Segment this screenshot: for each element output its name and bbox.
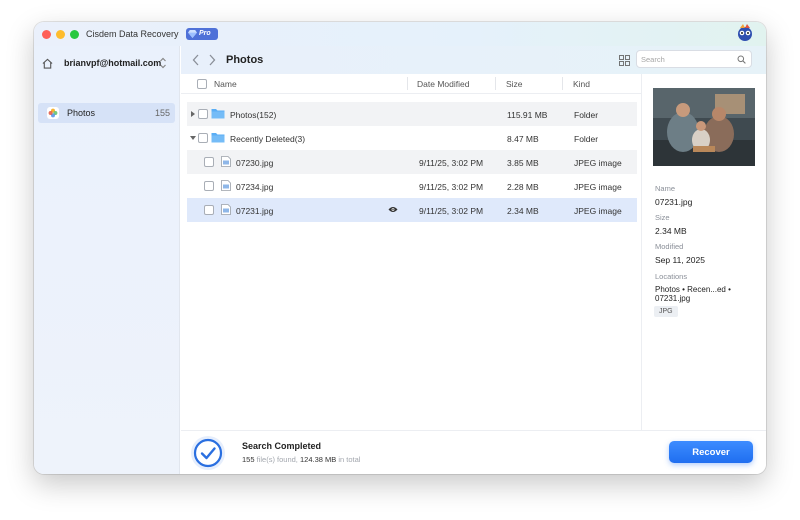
chevron-up-down-icon[interactable] bbox=[159, 56, 167, 70]
total-size: 124.38 MB bbox=[299, 455, 337, 464]
pro-badge: Pro bbox=[186, 28, 218, 40]
row-checkbox[interactable] bbox=[204, 181, 214, 191]
row-size: 2.28 MB bbox=[507, 182, 539, 192]
status-summary: 155 file(s) found, 124.38 MB in total bbox=[242, 455, 360, 464]
column-header-kind[interactable]: Kind bbox=[573, 79, 590, 89]
column-divider[interactable] bbox=[562, 77, 563, 90]
image-file-icon bbox=[221, 180, 231, 191]
row-date: 9/11/25, 3:02 PM bbox=[419, 182, 484, 192]
table-row[interactable]: 07230.jpg 9/11/25, 3:02 PM 3.85 MB JPEG … bbox=[187, 150, 637, 174]
row-name: 07234.jpg bbox=[236, 182, 274, 192]
search-box bbox=[636, 50, 752, 68]
table-row[interactable]: 07234.jpg 9/11/25, 3:02 PM 2.28 MB JPEG … bbox=[187, 174, 637, 198]
pro-badge-label: Pro bbox=[199, 30, 211, 37]
detail-locations-value: Photos • Recen...ed • 07231.jpg bbox=[655, 285, 731, 303]
search-completed-icon bbox=[191, 436, 225, 470]
back-arrow-icon[interactable] bbox=[191, 53, 201, 67]
photo-thumbnail[interactable] bbox=[653, 88, 755, 166]
home-icon bbox=[42, 58, 53, 69]
folder-icon bbox=[211, 109, 225, 119]
row-name: 07230.jpg bbox=[236, 158, 274, 168]
page-title: Photos bbox=[226, 54, 264, 66]
column-header-name[interactable]: Name bbox=[214, 79, 237, 89]
row-name: Photos(152) bbox=[230, 110, 277, 120]
status-title: Search Completed bbox=[242, 441, 322, 451]
row-kind: JPEG image bbox=[574, 182, 622, 192]
disclosure-right-icon[interactable] bbox=[190, 111, 196, 117]
sidebar-item-label: Photos bbox=[67, 108, 96, 118]
details-pane: Name 07231.jpg Size 2.34 MB Modified Sep… bbox=[641, 74, 766, 430]
row-name: Recently Deleted(3) bbox=[230, 134, 306, 144]
search-input[interactable] bbox=[641, 53, 733, 65]
photos-app-icon bbox=[47, 107, 59, 119]
family-photo-image bbox=[653, 88, 755, 166]
row-name: 07231.jpg bbox=[236, 206, 274, 216]
column-header-date-modified[interactable]: Date Modified bbox=[417, 79, 469, 89]
detail-name-label: Name bbox=[655, 184, 676, 193]
app-window: Cisdem Data Recovery Pro brianvpf@hotmai… bbox=[34, 22, 766, 474]
eye-icon[interactable] bbox=[388, 206, 398, 213]
disclosure-down-icon[interactable] bbox=[190, 135, 196, 141]
status-footer: Search Completed 155 file(s) found, 124.… bbox=[181, 430, 766, 474]
zoom-window-button[interactable] bbox=[70, 30, 79, 39]
folder-icon bbox=[211, 133, 225, 143]
app-title: Cisdem Data Recovery bbox=[86, 29, 179, 39]
account-selector[interactable]: brianvpf@hotmail.com bbox=[42, 56, 171, 72]
image-file-icon bbox=[221, 204, 231, 215]
table-row[interactable]: Photos(152) 115.91 MB Folder bbox=[187, 102, 637, 126]
row-checkbox[interactable] bbox=[204, 157, 214, 167]
table-row[interactable]: Recently Deleted(3) 8.47 MB Folder bbox=[187, 126, 637, 150]
column-divider[interactable] bbox=[495, 77, 496, 90]
detail-size-label: Size bbox=[655, 213, 670, 222]
table-header: Name Date Modified Size Kind bbox=[181, 74, 641, 94]
toolbar: Photos bbox=[181, 46, 766, 74]
main-content: Name Date Modified Size Kind Photos(152)… bbox=[181, 74, 766, 430]
row-date: 9/11/25, 3:02 PM bbox=[419, 206, 484, 216]
mascot-icon[interactable] bbox=[734, 24, 756, 42]
row-checkbox[interactable] bbox=[198, 133, 208, 143]
detail-size-value: 2.34 MB bbox=[655, 226, 687, 236]
row-size: 3.85 MB bbox=[507, 158, 539, 168]
account-email: brianvpf@hotmail.com bbox=[64, 58, 162, 68]
detail-locations-label: Locations bbox=[655, 272, 688, 281]
row-kind: Folder bbox=[574, 110, 599, 120]
column-divider[interactable] bbox=[407, 77, 408, 90]
grid-view-icon[interactable] bbox=[619, 55, 630, 66]
row-kind: JPEG image bbox=[574, 158, 622, 168]
sidebar-item-count: 155 bbox=[154, 108, 170, 118]
row-size: 115.91 MB bbox=[507, 110, 548, 120]
row-kind: Folder bbox=[574, 134, 599, 144]
forward-arrow-icon[interactable] bbox=[207, 53, 217, 67]
minimize-window-button[interactable] bbox=[56, 30, 65, 39]
image-file-icon bbox=[221, 156, 231, 167]
files-found-count: 155 bbox=[242, 455, 255, 464]
row-checkbox[interactable] bbox=[198, 109, 208, 119]
file-type-tag: JPG bbox=[654, 306, 678, 317]
row-size: 2.34 MB bbox=[507, 206, 539, 216]
detail-name-value: 07231.jpg bbox=[655, 197, 693, 207]
row-date: 9/11/25, 3:02 PM bbox=[419, 158, 484, 168]
sidebar-item-photos[interactable]: Photos 155 bbox=[38, 103, 175, 123]
total-size-text: in total bbox=[338, 455, 361, 464]
title-bar: Cisdem Data Recovery Pro bbox=[34, 22, 766, 46]
select-all-checkbox[interactable] bbox=[197, 79, 207, 89]
files-found-text: file(s) found, bbox=[256, 455, 298, 464]
recover-button[interactable]: Recover bbox=[669, 441, 753, 463]
detail-modified-label: Modified bbox=[655, 242, 684, 251]
row-kind: JPEG image bbox=[574, 206, 622, 216]
detail-modified-value: Sep 11, 2025 bbox=[655, 255, 705, 265]
column-header-size[interactable]: Size bbox=[506, 79, 523, 89]
close-window-button[interactable] bbox=[42, 30, 51, 39]
search-icon[interactable] bbox=[737, 55, 746, 64]
sidebar: brianvpf@hotmail.com Photos 155 bbox=[34, 46, 180, 474]
table-row-selected[interactable]: 07231.jpg 9/11/25, 3:02 PM 2.34 MB JPEG … bbox=[187, 198, 637, 222]
row-checkbox[interactable] bbox=[204, 205, 214, 215]
row-size: 8.47 MB bbox=[507, 134, 539, 144]
diamond-icon bbox=[188, 30, 197, 38]
